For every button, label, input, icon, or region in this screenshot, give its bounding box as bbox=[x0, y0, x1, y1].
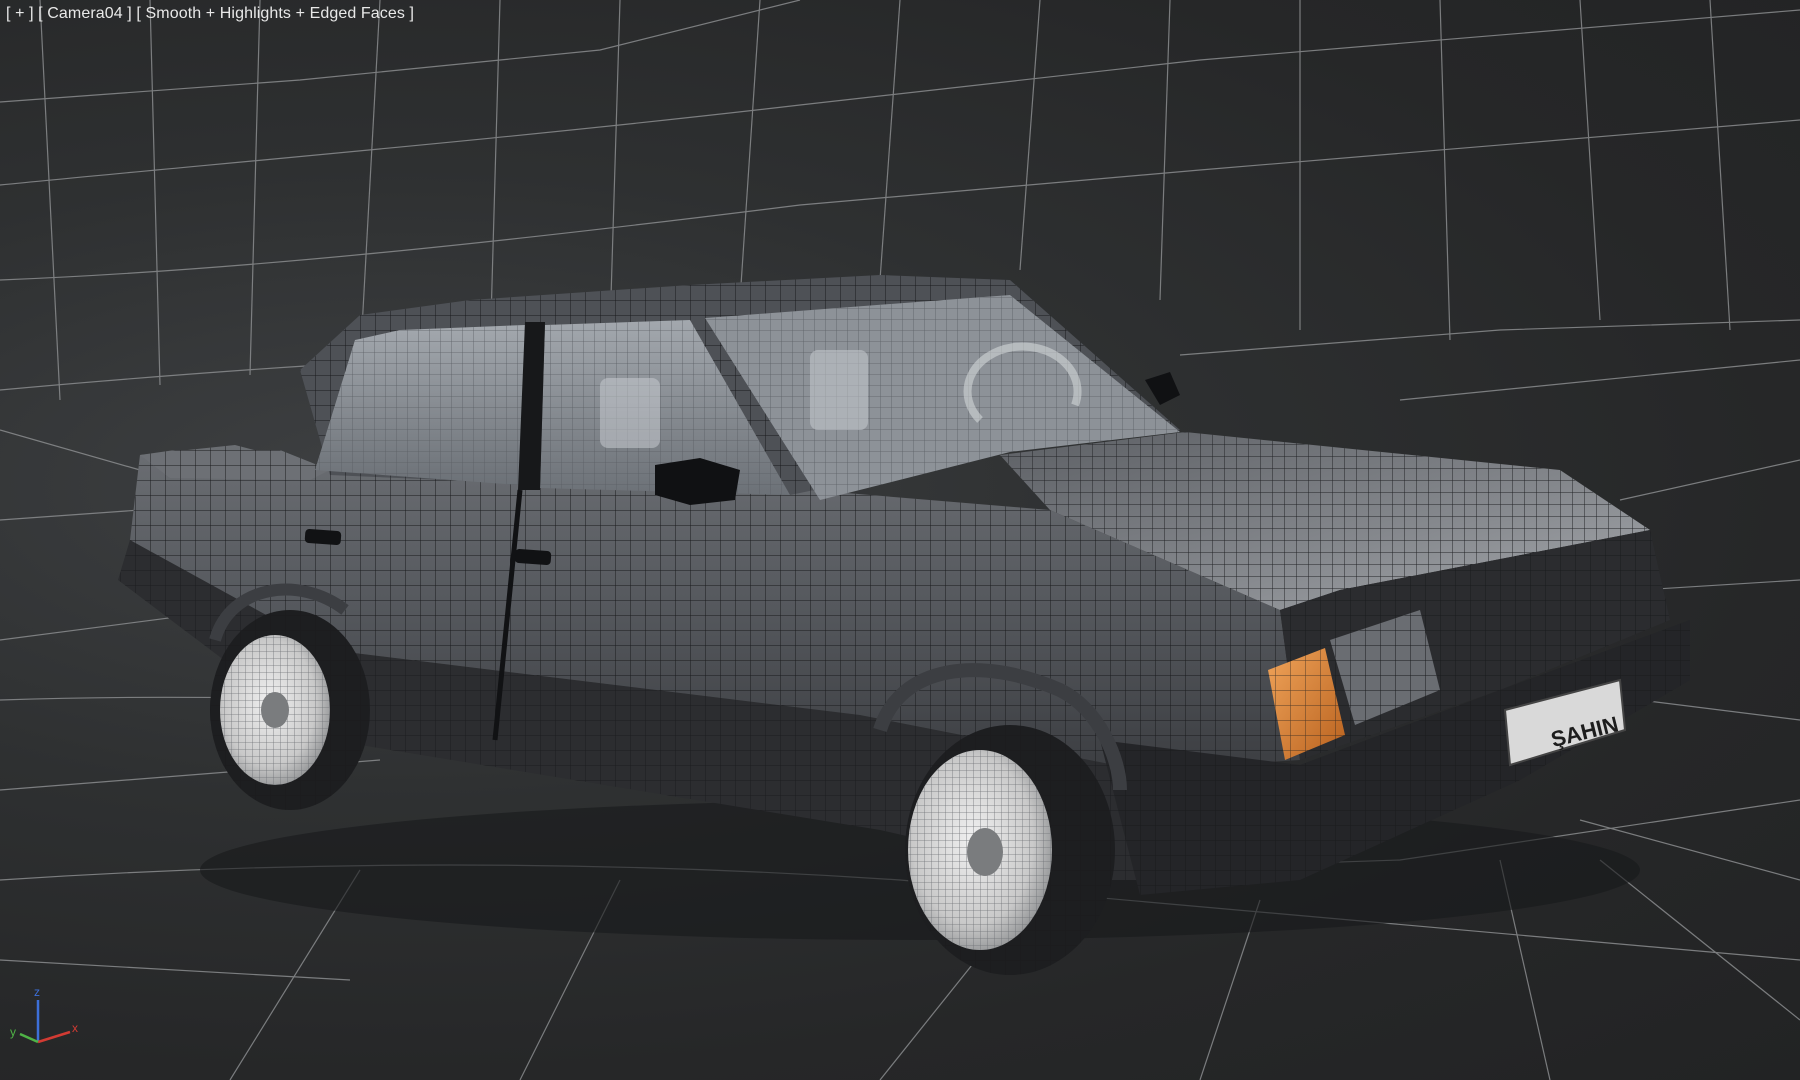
axis-gizmo: z x y bbox=[10, 986, 78, 1044]
viewport-label: [ + ] [ Camera04 ] [ Smooth + Highlights… bbox=[6, 5, 414, 23]
rear-wheel bbox=[210, 610, 370, 810]
y-axis-icon bbox=[19, 1032, 39, 1044]
x-axis-icon bbox=[37, 1030, 71, 1044]
viewport-scene[interactable]: ŞAHIN bbox=[0, 0, 1800, 1080]
rear-door-handle bbox=[304, 529, 342, 545]
front-wheel bbox=[905, 725, 1115, 975]
y-axis-label: y bbox=[10, 1025, 16, 1039]
front-door-handle bbox=[514, 549, 552, 565]
x-axis-label: x bbox=[72, 1021, 78, 1035]
viewport-plus-menu[interactable]: [ + ] bbox=[6, 5, 34, 22]
viewport-shading-menu[interactable]: [ Smooth + Highlights + Edged Faces ] bbox=[136, 5, 414, 22]
z-axis-label: z bbox=[34, 986, 40, 999]
3d-viewport[interactable]: ŞAHIN [+] [Camera04] [Smooth + High… bbox=[0, 0, 1800, 1080]
viewport-camera-menu[interactable]: [ Camera04 ] bbox=[38, 5, 132, 22]
side-mirror-right bbox=[1145, 372, 1180, 405]
